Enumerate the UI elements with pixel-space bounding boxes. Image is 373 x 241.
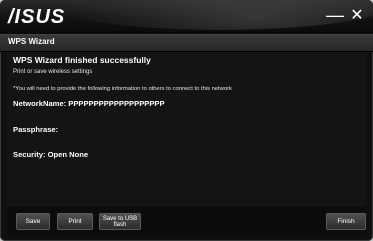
network-name-value: NetworkName: PPPPPPPPPPPPPPPPPPP (13, 99, 165, 108)
print-button[interactable]: Print (57, 213, 93, 230)
title-bar-decoration (40, 0, 373, 30)
save-button[interactable]: Save (16, 213, 50, 230)
wizard-title: WPS Wizard (8, 37, 55, 46)
wizard-header: WPS Wizard (0, 34, 373, 52)
instruction-text: Print or save wireless settings (13, 69, 93, 75)
info-note: *You will need to provide the following … (13, 86, 232, 92)
security-value: Security: Open None (13, 150, 89, 159)
wps-wizard-window: /ISUS — ✕ WPS Wizard WPS Wizard finished… (0, 0, 373, 241)
minimize-icon[interactable]: — (325, 5, 345, 25)
title-bar[interactable]: /ISUS — ✕ (0, 0, 373, 34)
success-heading: WPS Wizard finished successfully (13, 55, 151, 65)
save-to-usb-button[interactable]: Save to USB flash (99, 213, 141, 230)
finish-button[interactable]: Finish (326, 213, 366, 230)
asus-logo: /ISUS (8, 6, 66, 28)
passphrase-value: Passphrase: (13, 125, 59, 134)
close-icon[interactable]: ✕ (347, 6, 367, 26)
save-to-usb-label-line2: flash (113, 221, 127, 228)
content-panel (7, 52, 366, 206)
